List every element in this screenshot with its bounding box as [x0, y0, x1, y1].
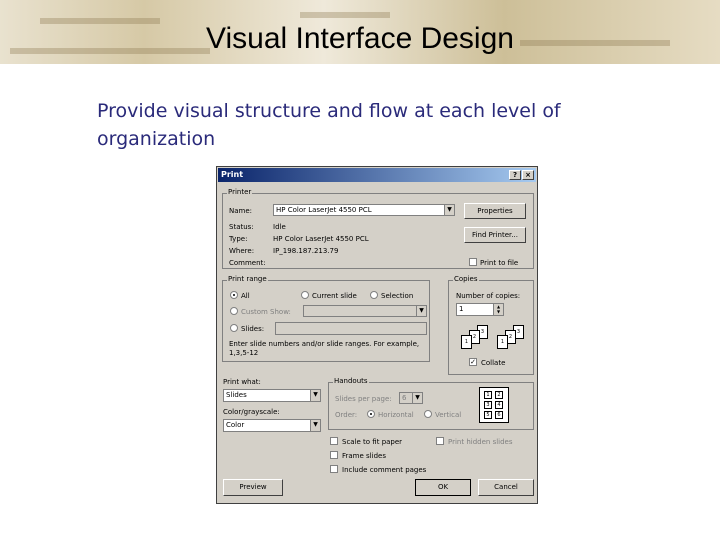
handout-preview: 1 2 3 4 5 6 — [479, 387, 509, 423]
slides-radio[interactable] — [230, 324, 238, 332]
status-label: Status: — [229, 223, 254, 231]
where-value: IP_198.187.213.79 — [273, 247, 339, 255]
chevron-down-icon[interactable]: ▼ — [412, 393, 422, 403]
slides-per-page-label: Slides per page: — [335, 395, 392, 403]
help-button[interactable]: ? — [509, 170, 521, 180]
collate-page-icon: 1 — [461, 335, 472, 349]
custom-show-select[interactable]: ▼ — [303, 305, 427, 317]
slide-title: Visual Interface Design — [206, 22, 514, 55]
horizontal-radio[interactable] — [367, 410, 375, 418]
handout-cell: 4 — [495, 401, 503, 409]
slides-label: Slides: — [241, 325, 265, 333]
type-label: Type: — [229, 235, 248, 243]
vertical-radio[interactable] — [424, 410, 432, 418]
print-range-group-label: Print range — [227, 275, 268, 283]
selection-label: Selection — [381, 292, 414, 300]
properties-button[interactable]: Properties — [464, 203, 526, 219]
chevron-down-icon[interactable]: ▼ — [416, 306, 426, 316]
chevron-down-icon[interactable]: ▼ — [310, 390, 320, 401]
slides-per-page-value: 6 — [402, 394, 407, 402]
scale-to-fit-label: Scale to fit paper — [342, 438, 403, 446]
vertical-label: Vertical — [435, 411, 462, 419]
printer-group-label: Printer — [227, 188, 253, 196]
collate-label: Collate — [481, 359, 506, 367]
dialog-title: Print — [221, 170, 244, 179]
cancel-button[interactable]: Cancel — [478, 479, 534, 496]
current-slide-label: Current slide — [312, 292, 357, 300]
collate-checkbox[interactable]: ✓ — [469, 358, 477, 366]
number-of-copies-label: Number of copies: — [456, 292, 521, 300]
slides-input[interactable] — [275, 322, 427, 335]
print-hidden-slides-checkbox[interactable] — [436, 437, 444, 445]
copies-group-label: Copies — [453, 275, 479, 283]
spinner-icon[interactable]: ▲ ▼ — [493, 304, 503, 315]
include-comment-pages-checkbox[interactable] — [330, 465, 338, 473]
frame-slides-checkbox[interactable] — [330, 451, 338, 459]
print-dialog: Print ? × Printer Name: HP Color LaserJe… — [216, 166, 538, 504]
color-grayscale-value: Color — [226, 421, 245, 429]
handout-cell: 3 — [484, 401, 492, 409]
horizontal-label: Horizontal — [378, 411, 414, 419]
slides-per-page-select[interactable]: 6 ▼ — [399, 392, 423, 404]
chevron-down-icon[interactable]: ▼ — [310, 420, 320, 431]
slide-subtitle: Provide visual structure and flow at eac… — [97, 100, 561, 150]
status-value: Idle — [273, 223, 286, 231]
preview-button[interactable]: Preview — [223, 479, 283, 496]
handouts-group-label: Handouts — [333, 377, 369, 385]
number-of-copies-input[interactable]: 1 ▲ ▼ — [456, 303, 504, 316]
custom-show-radio[interactable] — [230, 307, 238, 315]
ok-button[interactable]: OK — [415, 479, 471, 496]
dialog-titlebar: Print ? × — [218, 168, 536, 182]
print-range-hint: Enter slide numbers and/or slide ranges.… — [229, 340, 420, 357]
color-grayscale-label: Color/grayscale: — [223, 408, 280, 416]
current-slide-radio[interactable] — [301, 291, 309, 299]
frame-slides-label: Frame slides — [342, 452, 386, 460]
print-what-select[interactable]: Slides ▼ — [223, 389, 321, 402]
all-radio[interactable] — [230, 291, 238, 299]
type-value: HP Color LaserJet 4550 PCL — [273, 235, 369, 243]
print-hidden-slides-label: Print hidden slides — [448, 438, 513, 446]
find-printer-button[interactable]: Find Printer... — [464, 227, 526, 243]
collate-page-icon: 1 — [497, 335, 508, 349]
printer-name-value: HP Color LaserJet 4550 PCL — [276, 206, 372, 214]
all-label: All — [241, 292, 250, 300]
where-label: Where: — [229, 247, 255, 255]
handout-cell: 1 — [484, 391, 492, 399]
handout-cell: 2 — [495, 391, 503, 399]
include-comment-pages-label: Include comment pages — [342, 466, 427, 474]
print-to-file-label: Print to file — [480, 259, 519, 267]
close-button[interactable]: × — [522, 170, 534, 180]
print-what-value: Slides — [226, 391, 247, 399]
number-of-copies-value: 1 — [459, 305, 464, 313]
printer-name-label: Name: — [229, 207, 253, 215]
printer-name-select[interactable]: HP Color LaserJet 4550 PCL ▼ — [273, 204, 455, 216]
print-to-file-checkbox[interactable] — [469, 258, 477, 266]
selection-radio[interactable] — [370, 291, 378, 299]
comment-label: Comment: — [229, 259, 266, 267]
custom-show-label: Custom Show: — [241, 308, 291, 316]
print-what-label: Print what: — [223, 378, 261, 386]
handout-cell: 6 — [495, 411, 503, 419]
order-label: Order: — [335, 411, 358, 419]
chevron-down-icon[interactable]: ▼ — [444, 205, 454, 215]
handout-cell: 5 — [484, 411, 492, 419]
scale-to-fit-checkbox[interactable] — [330, 437, 338, 445]
color-grayscale-select[interactable]: Color ▼ — [223, 419, 321, 432]
